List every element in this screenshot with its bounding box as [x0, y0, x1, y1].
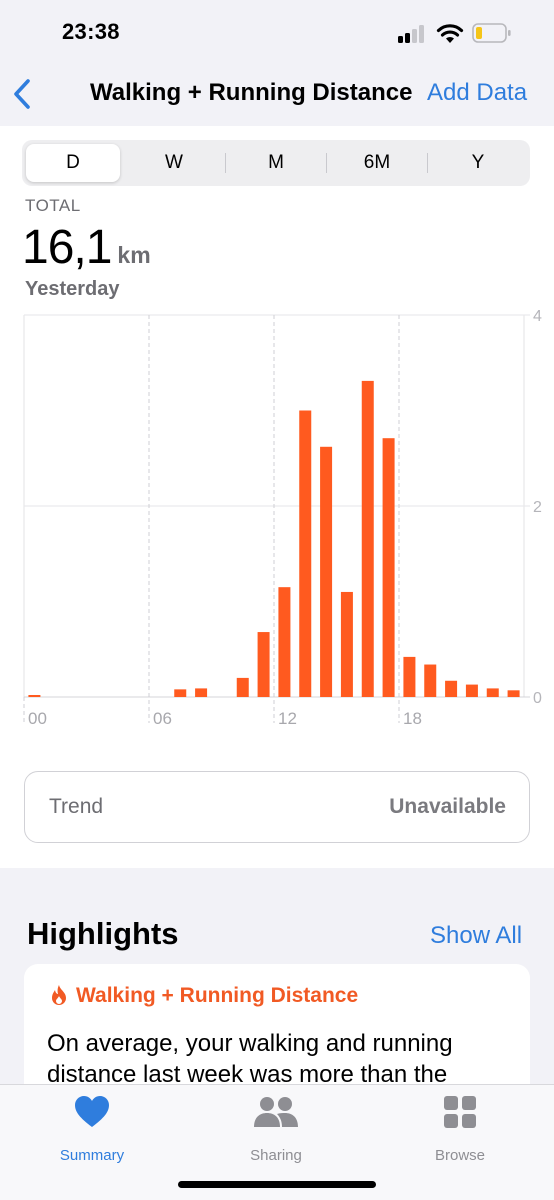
- segment-divider: [326, 153, 327, 173]
- chart-bar: [236, 677, 249, 697]
- chart-bar: [403, 656, 416, 697]
- time-range-segmented-control: D W M 6M Y: [22, 140, 530, 186]
- battery-icon: [472, 23, 511, 43]
- highlight-card-text: On average, your walking and running dis…: [47, 1030, 453, 1088]
- total-value: 16,1: [22, 221, 112, 274]
- status-time: 23:38: [62, 19, 120, 44]
- tab-sharing[interactable]: Sharing: [216, 1095, 336, 1164]
- segment-divider: [427, 153, 428, 173]
- distance-bar-chart[interactable]: 0 2 4 00 06 12 18: [0, 308, 554, 738]
- x-tick-label: 00: [28, 709, 47, 728]
- chart-bar: [28, 695, 41, 697]
- highlights-heading: Highlights: [27, 916, 179, 951]
- total-period: Yesterday: [25, 278, 120, 300]
- chart-bar: [465, 684, 478, 697]
- chevron-left-icon: [14, 79, 30, 109]
- chart-bar: [257, 632, 270, 697]
- total-label: TOTAL: [25, 196, 81, 215]
- people-icon: [254, 1097, 298, 1127]
- x-tick-label: 18: [403, 709, 422, 728]
- highlight-card-title: Walking + Running Distance: [76, 984, 359, 1007]
- tab-browse-label: Browse: [434, 1147, 486, 1164]
- trend-label: Trend: [49, 795, 104, 818]
- flame-icon: [52, 985, 66, 1005]
- chart-bar: [195, 688, 208, 697]
- status-bar: 23:38: [0, 0, 554, 62]
- segment-day[interactable]: D: [26, 144, 120, 182]
- segment-six-months[interactable]: 6M: [329, 144, 425, 182]
- total-unit: km: [117, 242, 151, 268]
- grid-icon: [444, 1096, 476, 1128]
- chart-bar: [424, 664, 437, 697]
- chart-bar: [445, 680, 458, 697]
- chart-bar: [340, 591, 353, 697]
- total-distance: 16,1 km: [22, 220, 151, 275]
- chart-bar: [299, 410, 312, 697]
- chart-bar: [320, 446, 333, 697]
- chart-bar: [486, 688, 499, 697]
- home-indicator: [178, 1181, 376, 1188]
- y-tick-label: 0: [533, 690, 542, 707]
- back-button[interactable]: [8, 76, 38, 112]
- trend-value: Unavailable: [389, 795, 506, 818]
- heart-icon: [75, 1096, 109, 1127]
- chart-bar: [382, 438, 395, 697]
- chart-bar: [278, 587, 291, 697]
- cellular-signal-icon: [398, 25, 428, 43]
- chart-bar: [361, 380, 374, 697]
- chart-card: D W M 6M Y TOTAL 16,1 km Yesterday 0 2 4 00 0…: [0, 126, 554, 868]
- x-tick-label: 06: [153, 709, 172, 728]
- tab-summary[interactable]: Summary: [32, 1095, 152, 1164]
- tab-sharing-label: Sharing: [250, 1147, 302, 1164]
- navigation-bar: Walking + Running Distance Add Data: [0, 62, 554, 126]
- wifi-icon: [436, 24, 464, 43]
- segment-divider: [225, 153, 226, 173]
- trend-row[interactable]: Trend Unavailable: [24, 771, 530, 843]
- tab-summary-label: Summary: [59, 1147, 125, 1164]
- page-title: Walking + Running Distance: [90, 79, 413, 106]
- y-tick-label: 4: [533, 308, 542, 325]
- y-tick-label: 2: [533, 499, 542, 516]
- segment-week[interactable]: W: [126, 144, 222, 182]
- tab-browse[interactable]: Browse: [400, 1095, 520, 1164]
- add-data-button[interactable]: Add Data: [427, 79, 527, 107]
- chart-bar: [507, 690, 520, 697]
- show-all-link[interactable]: Show All: [430, 922, 522, 950]
- chart-bar: [174, 689, 187, 697]
- segment-year[interactable]: Y: [430, 144, 526, 182]
- segment-month[interactable]: M: [228, 144, 324, 182]
- x-tick-label: 12: [278, 709, 297, 728]
